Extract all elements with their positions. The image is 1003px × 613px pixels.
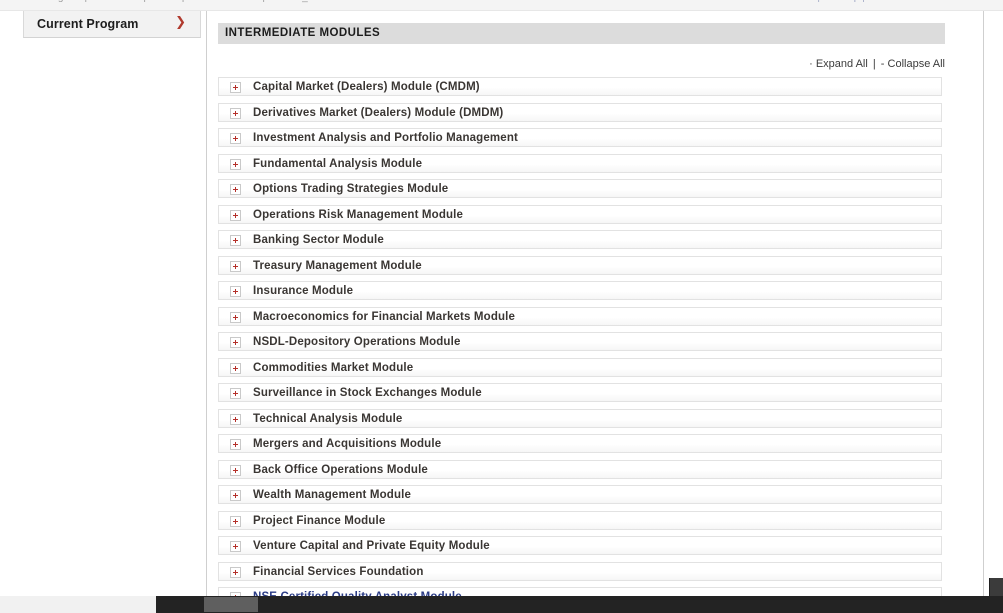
module-label: Fundamental Analysis Module xyxy=(253,157,423,170)
plus-box-icon[interactable] xyxy=(230,464,241,476)
module-label: Commodities Market Module xyxy=(253,361,414,374)
module-label: Insurance Module xyxy=(253,285,354,297)
module-label: Treasury Management Module xyxy=(253,259,422,272)
module-row[interactable]: Fundamental Analysis Module xyxy=(218,153,942,173)
module-row[interactable]: Venture Capital and Private Equity Modul… xyxy=(218,536,942,555)
module-row[interactable]: Back Office Operations Module xyxy=(218,459,942,479)
clipped-top-strip: Current Program | Academics | NCFM | NCF… xyxy=(0,0,1003,11)
clipped-utility-links: Home | Sitemap | Contact Us xyxy=(788,0,917,3)
plus-box-icon[interactable] xyxy=(230,133,241,144)
expand-all-link[interactable]: Expand All xyxy=(816,58,868,70)
module-label: Venture Capital and Private Equity Modul… xyxy=(253,540,490,552)
chevron-right-icon: ❯ xyxy=(175,15,186,30)
expand-collapse-bar: · Expand All | - Collapse All xyxy=(218,58,945,74)
module-label: Capital Market (Dealers) Module (CMDM) xyxy=(253,81,480,93)
horizontal-scrollbar-thumb[interactable] xyxy=(204,597,258,612)
module-row[interactable]: Options Trading Strategies Module xyxy=(218,179,942,198)
module-label: NSDL-Depository Operations Module xyxy=(253,336,461,348)
module-label: Banking Sector Module xyxy=(253,234,384,246)
module-list: Capital Market (Dealers) Module (CMDM) De… xyxy=(218,77,945,613)
plus-box-icon[interactable] xyxy=(230,337,241,348)
module-row[interactable]: Wealth Management Module xyxy=(218,485,942,504)
module-label: Project Finance Module xyxy=(253,514,386,527)
plus-box-icon[interactable] xyxy=(230,490,241,501)
module-label: Operations Risk Management Module xyxy=(253,208,464,221)
module-row[interactable]: Banking Sector Module xyxy=(218,230,942,249)
collapse-all-minus-icon: - xyxy=(880,58,885,70)
module-label: Back Office Operations Module xyxy=(253,463,428,476)
plus-box-icon[interactable] xyxy=(230,566,241,578)
plus-box-icon[interactable] xyxy=(230,209,241,221)
plus-box-icon[interactable] xyxy=(230,235,241,246)
module-row[interactable]: Project Finance Module xyxy=(218,510,942,530)
page-title: INTERMEDIATE MODULES xyxy=(225,27,381,39)
sidebar: Current Program ❯ xyxy=(0,11,207,596)
module-row[interactable]: Treasury Management Module xyxy=(218,255,942,275)
toggle-separator: | xyxy=(872,58,876,70)
plus-box-icon[interactable] xyxy=(230,439,241,450)
module-row[interactable]: Financial Services Foundation xyxy=(218,561,942,581)
plus-box-icon[interactable] xyxy=(230,311,241,323)
plus-box-icon[interactable] xyxy=(230,413,241,425)
module-label: Surveillance in Stock Exchanges Module xyxy=(253,387,482,399)
module-row[interactable]: Mergers and Acquisitions Module xyxy=(218,434,942,453)
module-label: Wealth Management Module xyxy=(253,489,412,501)
content-right-border xyxy=(983,11,984,596)
plus-box-icon[interactable] xyxy=(230,286,241,297)
plus-box-icon[interactable] xyxy=(230,107,241,119)
module-row[interactable]: Capital Market (Dealers) Module (CMDM) xyxy=(218,77,942,96)
plus-box-icon[interactable] xyxy=(230,82,241,93)
collapse-all-link[interactable]: Collapse All xyxy=(888,58,945,70)
module-label: Financial Services Foundation xyxy=(253,565,424,578)
plus-box-icon[interactable] xyxy=(230,260,241,272)
module-label: Macroeconomics for Financial Markets Mod… xyxy=(253,310,516,323)
sidebar-item-current-program[interactable]: Current Program ❯ xyxy=(23,11,201,38)
module-row[interactable]: Investment Analysis and Portfolio Manage… xyxy=(218,128,942,147)
module-row[interactable]: Insurance Module xyxy=(218,281,942,300)
plus-box-icon[interactable] xyxy=(230,515,241,527)
horizontal-scrollbar-track[interactable] xyxy=(0,596,1003,613)
module-row[interactable]: Derivatives Market (Dealers) Module (DMD… xyxy=(218,102,942,122)
plus-box-icon[interactable] xyxy=(230,362,241,374)
section-header: INTERMEDIATE MODULES xyxy=(218,23,945,44)
module-label: Options Trading Strategies Module xyxy=(253,183,449,195)
module-label: Mergers and Acquisitions Module xyxy=(253,438,442,450)
module-row[interactable]: Surveillance in Stock Exchanges Module xyxy=(218,383,942,402)
module-label: Technical Analysis Module xyxy=(253,412,403,425)
module-row[interactable]: Technical Analysis Module xyxy=(218,408,942,428)
plus-box-icon[interactable] xyxy=(230,388,241,399)
vertical-scrollbar-thumb[interactable] xyxy=(989,578,1003,596)
sidebar-item-label: Current Program xyxy=(37,17,139,31)
page-root: Current Program | Academics | NCFM | NCF… xyxy=(0,0,1003,613)
module-label: Investment Analysis and Portfolio Manage… xyxy=(253,132,518,144)
clipped-breadcrumb-text: Current Program | Academics | NCFM | NCF… xyxy=(4,0,344,3)
horizontal-scrollbar-dark-region[interactable] xyxy=(156,596,1003,613)
module-row[interactable]: Macroeconomics for Financial Markets Mod… xyxy=(218,306,942,326)
module-label: Derivatives Market (Dealers) Module (DMD… xyxy=(253,106,504,119)
module-row[interactable]: NSDL-Depository Operations Module xyxy=(218,332,942,351)
module-row[interactable]: Operations Risk Management Module xyxy=(218,204,942,224)
plus-box-icon[interactable] xyxy=(230,184,241,195)
module-row[interactable]: Commodities Market Module xyxy=(218,357,942,377)
main-content: INTERMEDIATE MODULES · Expand All | - Co… xyxy=(207,11,984,606)
plus-box-icon[interactable] xyxy=(230,541,241,552)
plus-box-icon[interactable] xyxy=(230,158,241,170)
expand-all-plus-icon: · xyxy=(809,58,813,70)
